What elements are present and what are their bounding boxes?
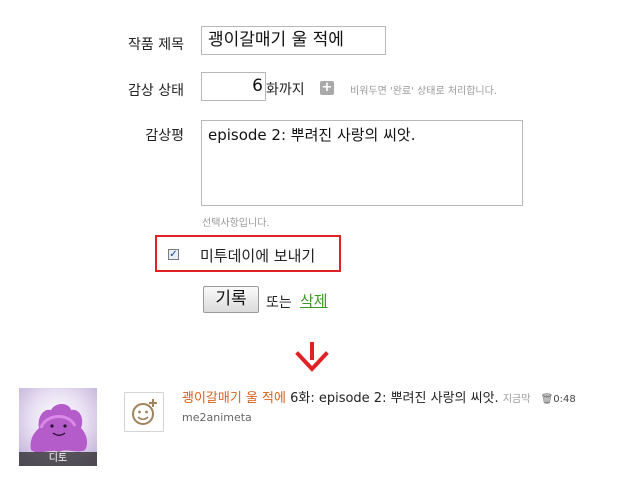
optional-hint: 선택사항입니다. [202,218,270,229]
avatar-caption: 디토 [19,452,97,466]
title-input[interactable]: 괭이갈매기 울 적에 [201,26,386,55]
down-arrow-icon [290,342,334,372]
send-checkbox[interactable]: ✓ [168,249,179,260]
post-line: 괭이갈매기 울 적에 6화: episode 2: 뿌려진 사랑의 씨앗. 지금… [182,387,576,406]
submit-button[interactable]: 기록 [203,286,259,313]
status-hint: 비워두면 '완료' 상태로 처리합니다. [350,86,498,97]
post-author[interactable]: me2animeta [182,411,252,424]
send-label: 미투데이에 보내기 [200,247,316,265]
episode-input[interactable]: 6 [201,72,266,101]
review-label: 감상평 [145,128,184,144]
trash-icon[interactable]: 🗑 [541,394,554,405]
episode-suffix: 화까지 [266,82,305,98]
post-episode-text: 6화: episode 2: 뿌려진 사랑의 씨앗. [290,391,499,406]
post-count: 0:48 [553,394,576,405]
or-text: 또는 [266,295,292,311]
delete-link[interactable]: 삭제 [300,290,328,311]
smile-plus-icon [132,399,157,425]
me2day-smile-box[interactable] [124,392,164,432]
post-title-link[interactable]: 괭이갈매기 울 적에 [182,391,286,406]
post-time: 지금막 [502,394,531,405]
review-textarea[interactable]: episode 2: 뿌려진 사랑의 씨앗. [201,120,523,206]
avatar: 디토 [19,388,97,466]
status-label: 감상 상태 [128,83,184,99]
plus-icon[interactable]: + [320,81,334,95]
title-label: 작품 제목 [128,37,184,53]
